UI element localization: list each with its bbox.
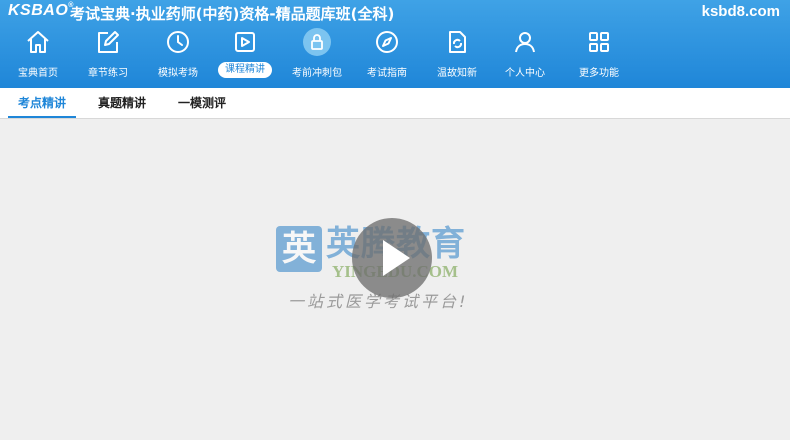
play-icon: [383, 240, 410, 276]
lock-icon: [303, 28, 331, 56]
nav-item-exam-guide[interactable]: 考试指南: [354, 26, 420, 86]
tab-past-exam-lectures[interactable]: 真题精讲: [88, 88, 156, 118]
grid-icon: [585, 28, 613, 56]
nav-item-chapter-practice[interactable]: 章节练习: [75, 26, 141, 86]
nav-label-chapter-practice: 章节练习: [88, 68, 128, 79]
home-icon: [24, 28, 52, 56]
watermark-badge: 英: [276, 226, 322, 272]
nav-label-review: 温故知新: [437, 68, 477, 79]
nav-label-sprint-pack: 考前冲刺包: [292, 68, 342, 79]
nav-label-mock-exam: 模拟考场: [158, 68, 198, 79]
refresh-doc-icon: [443, 28, 471, 56]
video-play-icon: [231, 28, 259, 56]
site-url[interactable]: ksbd8.com: [702, 3, 780, 20]
compass-icon: [373, 28, 401, 56]
edit-icon: [94, 28, 122, 56]
sub-tab-bar: 考点精讲 真题精讲 一模测评: [0, 88, 790, 119]
nav-item-sprint-pack[interactable]: 考前冲刺包: [284, 26, 350, 86]
nav-label-course-lectures: 课程精讲: [218, 62, 272, 78]
play-button[interactable]: [352, 218, 432, 298]
nav-label-personal-center: 个人中心: [505, 68, 545, 79]
top-header: KSBAO® 考试宝典·执业药师(中药)资格-精品题库班(全科) ksbd8.c…: [0, 0, 790, 88]
nav-item-mock-exam[interactable]: 模拟考场: [145, 26, 211, 86]
logo-text: KSBAO: [8, 2, 69, 19]
ksbao-logo: KSBAO®: [8, 2, 74, 20]
title-row: KSBAO® 考试宝典·执业药师(中药)资格-精品题库班(全科) ksbd8.c…: [0, 0, 790, 24]
nav-label-exam-guide: 考试指南: [367, 68, 407, 79]
nav-label-home: 宝典首页: [18, 68, 58, 79]
nav-label-more: 更多功能: [579, 68, 619, 79]
nav-item-personal-center[interactable]: 个人中心: [492, 26, 558, 86]
nav-item-home[interactable]: 宝典首页: [5, 26, 71, 86]
tab-mock-assessment[interactable]: 一模测评: [168, 88, 236, 118]
app-title: 考试宝典·执业药师(中药)资格-精品题库班(全科): [70, 5, 395, 23]
nav-item-course-lectures[interactable]: 课程精讲: [212, 26, 278, 86]
nav-item-more[interactable]: 更多功能: [566, 26, 632, 86]
nav-item-review[interactable]: 温故知新: [424, 26, 490, 86]
user-icon: [511, 28, 539, 56]
clock-icon: [164, 28, 192, 56]
main-nav: 宝典首页 章节练习 模拟考场 课程精讲 考前冲刺包 考试指南 温故知新 个人中心…: [0, 26, 790, 86]
tab-key-points[interactable]: 考点精讲: [8, 88, 76, 118]
